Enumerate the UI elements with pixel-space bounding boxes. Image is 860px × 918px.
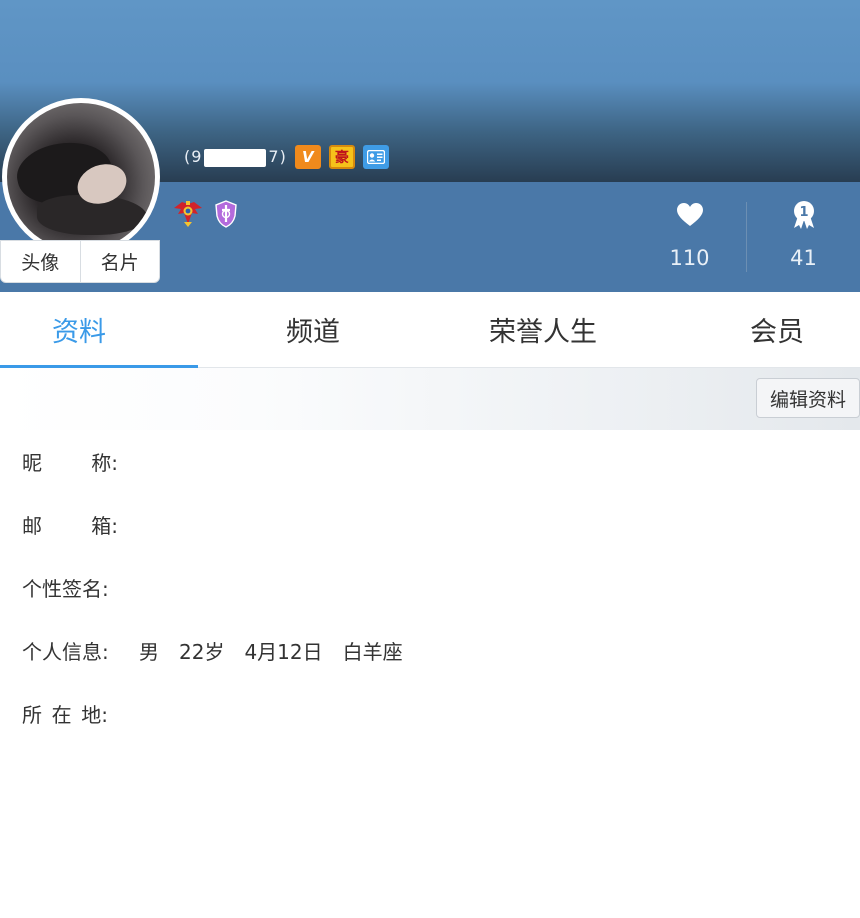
location-label: 所在地:: [22, 703, 108, 727]
email-row: 邮箱:: [22, 508, 403, 571]
signature-row: 个性签名:: [22, 571, 403, 634]
birthday-value: 4月12日: [244, 640, 323, 664]
avatar-tab[interactable]: 头像: [1, 241, 80, 282]
nickname-row: 昵称:: [22, 445, 403, 508]
zodiac-value: 白羊座: [342, 640, 403, 664]
vip-v-badge[interactable]: V: [294, 145, 321, 169]
heart-icon: [675, 200, 705, 230]
age-value: 22岁: [179, 640, 225, 664]
id-card-icon: [366, 150, 385, 164]
profile-page: 头像 名片 (9 7) V 豪 110 1 41 资料 频道 荣誉人生 会员 编…: [0, 0, 860, 918]
signature-label: 个性签名:: [22, 577, 109, 601]
personal-info-values: 男 22岁 4月12日 白羊座: [139, 636, 403, 665]
location-row: 所在地:: [22, 697, 403, 760]
edit-profile-button[interactable]: 编辑资料: [756, 378, 860, 418]
redacted-mask: [204, 148, 267, 167]
nickname-label: 昵称:: [22, 451, 118, 475]
avatar[interactable]: [2, 98, 160, 256]
honors-stat[interactable]: 1 41: [747, 198, 860, 276]
card-badge[interactable]: [362, 145, 389, 169]
shield-medal-icon[interactable]: [214, 200, 238, 228]
award-ribbon-icon: 1: [789, 200, 819, 230]
likes-count: 110: [669, 246, 710, 270]
avatar-tabs: 头像 名片: [0, 240, 160, 283]
user-id: (9 7): [184, 147, 287, 167]
email-label: 邮箱:: [22, 514, 118, 538]
stats: 110 1 41: [633, 198, 860, 276]
personal-info-label: 个人信息:: [22, 640, 109, 664]
likes-stat[interactable]: 110: [633, 198, 746, 276]
eagle-medal-icon[interactable]: [172, 200, 204, 228]
hao-badge[interactable]: 豪: [328, 145, 355, 169]
medals: [172, 200, 238, 228]
profile-info: 昵称: 邮箱: 个性签名: 个人信息: 男 22岁 4月12日 白羊座 所 在 …: [22, 445, 403, 760]
avatar-image: [7, 103, 155, 251]
profile-tabs: 资料 频道 荣誉人生 会员: [0, 292, 860, 368]
honors-count: 41: [790, 246, 817, 270]
svg-text:1: 1: [799, 205, 808, 220]
card-tab[interactable]: 名片: [79, 241, 160, 282]
tab-channel[interactable]: 频道: [198, 292, 428, 367]
tab-honor-life[interactable]: 荣誉人生: [428, 292, 658, 367]
profile-header: 头像 名片 (9 7) V 豪 110 1 41: [0, 0, 860, 292]
gender-value: 男: [139, 640, 159, 664]
edit-bar: 编辑资料: [0, 368, 860, 430]
tab-profile[interactable]: 资料: [0, 292, 198, 368]
personal-info-row: 个人信息: 男 22岁 4月12日 白羊座: [22, 634, 403, 697]
user-id-line: (9 7) V 豪: [184, 142, 389, 172]
tab-membership[interactable]: 会员: [658, 292, 860, 367]
